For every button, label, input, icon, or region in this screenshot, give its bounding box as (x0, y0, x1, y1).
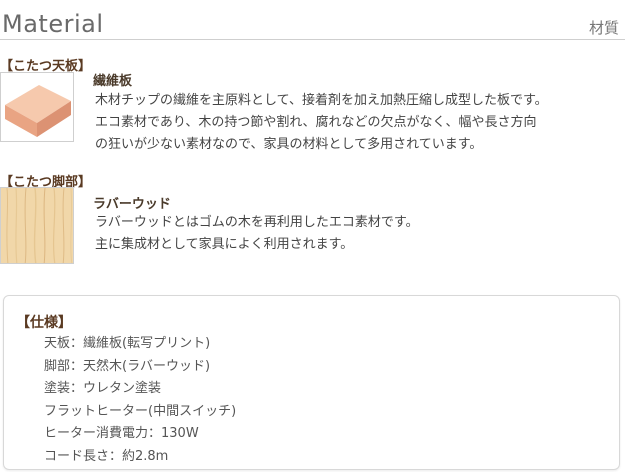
material-desc-fiberboard: 木材チップの繊維を主原料として、接着剤を加え加熱圧縮し成型した板です。 エコ素材… (95, 93, 548, 152)
spec-item: 脚部：天然木(ラバーウッド) (44, 358, 211, 374)
material-desc-rubberwood: ラバーウッドとはゴムの木を再利用したエコ素材です。 主に集成材として家具によく利… (95, 215, 419, 252)
spec-list: 天板：繊維板(転写プリント) 脚部：天然木(ラバーウッド) 塗装：ウレタン塗装 … (44, 333, 236, 469)
fiberboard-thumbnail-icon (5, 85, 71, 137)
header-divider (0, 39, 625, 40)
page-title: Material (2, 10, 104, 38)
spec-box: 【仕様】 天板：繊維板(転写プリント) 脚部：天然木(ラバーウッド) 塗装：ウレ… (3, 295, 620, 470)
spec-item: 天板：繊維板(転写プリント) (44, 336, 211, 351)
page-subtitle: 材質 (588, 19, 619, 37)
spec-item: フラットヒーター(中間スイッチ) (44, 403, 237, 419)
spec-item: コード長さ：約2.8m (44, 448, 169, 464)
rubberwood-thumbnail-icon (1, 188, 73, 263)
fiberboard-image (0, 72, 74, 142)
spec-item: 塗装：ウレタン塗装 (44, 381, 162, 397)
rubberwood-image (0, 187, 74, 264)
spec-item: ヒーター消費電力：130W (44, 426, 199, 442)
spec-title: 【仕様】 (16, 315, 72, 331)
material-name-fiberboard: 繊維板 (93, 74, 133, 89)
material-name-rubberwood: ラバーウッド (93, 197, 171, 212)
